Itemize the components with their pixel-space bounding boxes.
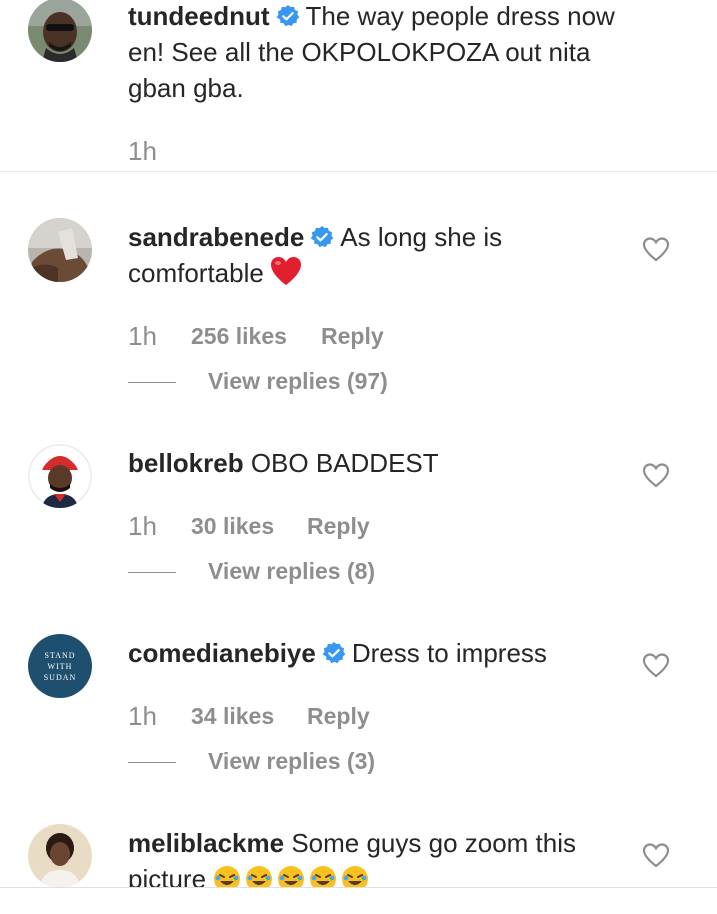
- avatar-photo-icon: [28, 218, 92, 282]
- red-heart-emoji-icon: [270, 257, 301, 285]
- verified-badge-icon: [276, 5, 299, 27]
- laughing-emojis: [213, 864, 373, 887]
- comment-message: OBO BADDEST: [250, 448, 439, 478]
- comment-time: 1h: [128, 511, 157, 541]
- avatar-text: STAND: [44, 650, 76, 660]
- comment-time: 1h: [128, 701, 157, 731]
- verified-badge-icon: [322, 642, 346, 664]
- replies-line: [128, 382, 176, 383]
- rolling-laughing-emoji-icon: [214, 866, 241, 887]
- comment-text: sandrabenede As long she is comfortable: [128, 219, 628, 291]
- comment-time: 1h: [128, 136, 157, 166]
- view-replies-label: View replies (8): [208, 558, 376, 584]
- avatar[interactable]: [28, 0, 92, 62]
- avatar-text: WITH: [47, 661, 73, 671]
- reply-button[interactable]: Reply: [307, 703, 370, 730]
- like-heart-icon[interactable]: [641, 841, 671, 869]
- avatar[interactable]: STAND WITH SUDAN: [28, 634, 92, 698]
- comment-time: 1h: [128, 321, 157, 351]
- comment-text: meliblackme Some guys go zoom this pictu…: [128, 825, 628, 887]
- view-replies-label: View replies (3): [208, 748, 376, 774]
- avatar-photo-icon: [28, 824, 92, 887]
- comments-list: tundeednut The way people dress now en! S…: [0, 0, 717, 887]
- rolling-laughing-emoji-icon: [246, 866, 273, 887]
- rolling-laughing-emoji-icon: [310, 866, 337, 887]
- avatar-photo-icon: [28, 444, 92, 508]
- bottom-bar: [0, 887, 717, 914]
- view-replies-label: View replies (97): [208, 368, 388, 394]
- view-replies-button[interactable]: View replies (8): [128, 558, 528, 588]
- replies-line: [128, 572, 176, 573]
- section-divider: [0, 171, 717, 172]
- avatar-photo-icon: [28, 0, 92, 62]
- like-heart-icon[interactable]: [641, 235, 671, 263]
- like-count[interactable]: 30 likes: [191, 513, 274, 540]
- comment-username[interactable]: sandrabenede: [128, 222, 304, 252]
- comment-username[interactable]: meliblackme: [128, 828, 284, 858]
- comment-message: Dress to impress: [351, 638, 547, 668]
- comment-username[interactable]: bellokreb: [128, 448, 244, 478]
- like-count[interactable]: 34 likes: [191, 703, 274, 730]
- view-replies-button[interactable]: View replies (97): [128, 368, 528, 398]
- avatar[interactable]: [28, 218, 92, 282]
- comment-username[interactable]: comedianebiye: [128, 638, 316, 668]
- rolling-laughing-emoji-icon: [342, 866, 369, 887]
- avatar[interactable]: [28, 824, 92, 887]
- reply-button[interactable]: Reply: [321, 323, 384, 350]
- avatar-text: SUDAN: [43, 672, 77, 682]
- like-heart-icon[interactable]: [641, 651, 671, 679]
- like-count[interactable]: 256 likes: [191, 323, 287, 350]
- verified-badge-icon: [310, 226, 334, 248]
- rolling-laughing-emoji-icon: [278, 866, 305, 887]
- comment-username[interactable]: tundeednut: [128, 1, 270, 31]
- comment-text: tundeednut The way people dress now en! S…: [128, 0, 628, 106]
- reply-button[interactable]: Reply: [307, 513, 370, 540]
- avatar[interactable]: [28, 444, 92, 508]
- replies-line: [128, 762, 176, 763]
- view-replies-button[interactable]: View replies (3): [128, 748, 528, 778]
- comments-screen: tundeednut The way people dress now en! S…: [0, 0, 717, 914]
- comment-text: bellokreb OBO BADDEST: [128, 445, 628, 481]
- like-heart-icon[interactable]: [641, 461, 671, 489]
- comment-text: comedianebiye Dress to impress: [128, 635, 628, 671]
